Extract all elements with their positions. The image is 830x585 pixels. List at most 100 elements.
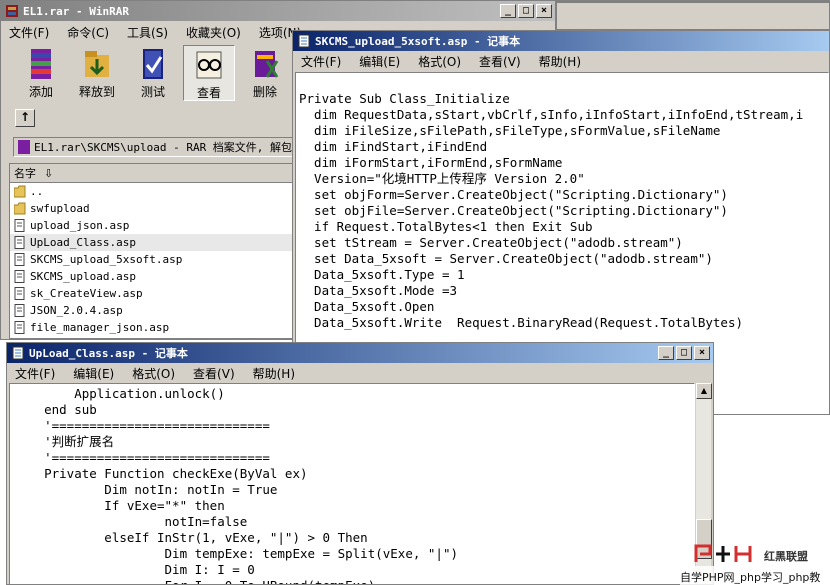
file-name: swfupload — [30, 202, 90, 215]
watermark-bar: 自学PHP网_php学习_php教 — [680, 566, 830, 585]
delete-label: 删除 — [252, 85, 277, 99]
code-line: Dim tempExe: tempExe = Split(vExe, "|") — [14, 546, 459, 561]
add-button[interactable]: 添加 — [15, 45, 67, 101]
menu-file[interactable]: 文件(F) — [7, 24, 51, 41]
menu-edit[interactable]: 编辑(E) — [71, 365, 116, 382]
file-list-item[interactable]: .. — [10, 183, 292, 200]
code-line: '判断扩展名 — [14, 434, 115, 449]
file-icon — [14, 253, 26, 266]
minimize-button[interactable]: _ — [500, 4, 516, 18]
folder-icon — [13, 185, 26, 198]
winrar-title: EL1.rar - WinRAR — [23, 4, 129, 18]
menu-format[interactable]: 格式(O) — [416, 53, 463, 70]
file-icon — [14, 321, 26, 334]
extract-to-icon — [79, 47, 115, 81]
menu-favorites[interactable]: 收藏夹(O) — [184, 24, 243, 41]
code-line: Data_5xsoft.Open — [299, 299, 435, 314]
code-line: For I = 0 To UBound(tempExe) — [14, 578, 694, 584]
notepad-front-titlebar[interactable]: UpLoad_Class.asp - 记事本 _ □ × — [7, 343, 713, 363]
delete-icon — [247, 47, 283, 81]
maximize-button[interactable]: □ — [518, 4, 534, 18]
test-icon — [135, 47, 171, 81]
minimize-button[interactable]: _ — [658, 346, 674, 360]
code-line: If vExe="*" then — [14, 498, 225, 513]
code-line: end sub — [14, 402, 97, 417]
notepad-back-titlebar[interactable]: SKCMS_upload_5xsoft.asp - 记事本 — [293, 31, 829, 51]
close-button[interactable]: × — [694, 346, 710, 360]
file-list-item[interactable]: upload_json.asp — [10, 217, 292, 234]
code-line: Version="化境HTTP上传程序 Version 2.0" — [299, 171, 585, 186]
file-name: UpLoad_Class.asp — [30, 236, 136, 249]
code-line: Private Sub Class_Initialize — [299, 91, 510, 106]
code-line: dim iFileSize,sFilePath,sFileType,sFormV… — [299, 123, 721, 138]
file-list-item[interactable]: swfupload — [10, 200, 292, 217]
code-line: dim iFormStart,iFormEnd,sFormName — [299, 155, 563, 170]
code-line: '============================= — [14, 418, 270, 433]
winrar-app-icon — [5, 4, 19, 18]
code-line: Private Function checkExe(ByVal ex) — [14, 466, 308, 481]
file-icon — [14, 304, 26, 317]
notepad-app-icon — [297, 34, 311, 48]
menu-commands[interactable]: 命令(C) — [65, 24, 111, 41]
file-icon — [14, 270, 26, 283]
file-name: SKCMS_upload.asp — [30, 270, 136, 283]
code-line: Application.unlock() — [14, 386, 225, 401]
code-line: dim RequestData,sStart,vbCrlf,sInfo,iInf… — [299, 107, 804, 122]
file-list-item[interactable]: UpLoad_Class.asp — [10, 234, 292, 251]
extract-to-button[interactable]: 释放到 — [71, 45, 123, 101]
file-name: sk_CreateView.asp — [30, 287, 143, 300]
file-name: SKCMS_upload_5xsoft.asp — [30, 253, 183, 266]
view-label: 查看 — [196, 86, 221, 100]
menu-help[interactable]: 帮助(H) — [251, 365, 297, 382]
maximize-button[interactable]: □ — [676, 346, 692, 360]
sort-arrow-icon: ⇩ — [44, 166, 54, 180]
code-line: elseIf InStr(1, vExe, "|") > 0 Then — [14, 530, 368, 545]
code-line: set Data_5xsoft = Server.CreateObject("a… — [299, 251, 713, 266]
menu-file[interactable]: 文件(F) — [299, 53, 343, 70]
file-list-item[interactable]: SKCMS_upload.asp — [10, 268, 292, 285]
file-list-item[interactable]: JSON_2.0.4.asp — [10, 302, 292, 319]
menu-view[interactable]: 查看(V) — [477, 53, 523, 70]
notepad-front-text-area[interactable]: Application.unlock() end sub '==========… — [9, 383, 695, 584]
view-button[interactable]: 查看 — [183, 45, 235, 101]
menu-help[interactable]: 帮助(H) — [537, 53, 583, 70]
winrar-titlebar[interactable]: EL1.rar - WinRAR _ □ × — [1, 1, 555, 21]
notepad-front-menubar: 文件(F) 编辑(E) 格式(O) 查看(V) 帮助(H) — [7, 364, 713, 382]
file-list-item[interactable]: file_manager_json.asp — [10, 319, 292, 336]
watermark-logo — [694, 544, 752, 562]
winrar-toolbar: 添加 释放到 测试 查看 删除 — [5, 45, 305, 103]
up-folder-button[interactable]: ↑ — [15, 109, 35, 127]
file-icon — [14, 219, 26, 232]
file-name: file_manager_json.asp — [30, 321, 170, 334]
file-name: upload_json.asp — [30, 219, 130, 232]
file-icon — [14, 236, 26, 249]
scroll-up-button[interactable]: ▲ — [696, 383, 712, 399]
code-line: dim iFindStart,iFindEnd — [299, 139, 488, 154]
test-button[interactable]: 测试 — [127, 45, 179, 101]
column-header-label: 名字 — [14, 167, 36, 180]
menu-file[interactable]: 文件(F) — [13, 365, 57, 382]
code-line: '============================= — [14, 450, 270, 465]
code-line: if Request.TotalBytes<1 then Exit Sub — [299, 219, 593, 234]
menu-tools[interactable]: 工具(S) — [125, 24, 170, 41]
menu-format[interactable]: 格式(O) — [130, 365, 177, 382]
column-header-name[interactable]: 名字 ⇩ — [10, 164, 292, 183]
code-line: Data_5xsoft.Write Request.BinaryRead(Req… — [299, 315, 744, 330]
menu-edit[interactable]: 编辑(E) — [357, 53, 402, 70]
code-line: Dim I: I = 0 — [14, 562, 255, 577]
view-icon — [191, 48, 227, 82]
path-text: EL1.rar\SKCMS\upload - RAR 档案文件, 解包大 — [34, 141, 304, 154]
add-archive-icon — [23, 47, 59, 81]
folder-icon — [13, 202, 26, 215]
file-list-item[interactable]: sk_CreateView.asp — [10, 285, 292, 302]
background-window — [556, 0, 830, 30]
menu-view[interactable]: 查看(V) — [191, 365, 237, 382]
file-list-item[interactable]: SKCMS_upload_5xsoft.asp — [10, 251, 292, 268]
archive-icon — [18, 140, 30, 154]
delete-button[interactable]: 删除 — [239, 45, 291, 101]
file-list: 名字 ⇩ .. swfupload upload_json.asp UpLoad_Cl… — [9, 163, 293, 339]
code-line: set objForm=Server.CreateObject("Scripti… — [299, 187, 728, 202]
close-button[interactable]: × — [536, 4, 552, 18]
code-line: Dim notIn: notIn = True — [14, 482, 278, 497]
